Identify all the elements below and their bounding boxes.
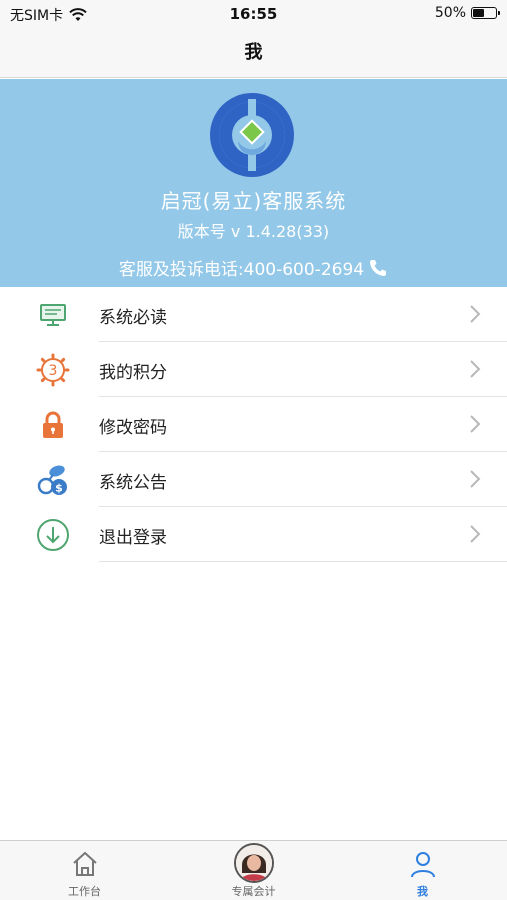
divider: [99, 561, 507, 562]
home-icon: [72, 851, 97, 876]
chevron-right-icon: [470, 470, 481, 488]
chevron-right-icon: [470, 305, 481, 323]
menu-item-label: 系统公告: [99, 473, 167, 493]
tab-dedicated-accountant[interactable]: 专属会计: [169, 841, 338, 900]
points-icon: 3: [35, 352, 71, 388]
chevron-right-icon: [470, 360, 481, 378]
tab-label: 专属会计: [231, 885, 276, 898]
chevron-right-icon: [470, 525, 481, 543]
phone-icon: [370, 259, 387, 276]
page-title: 我: [0, 28, 507, 78]
tab-workbench[interactable]: 工作台: [0, 841, 169, 900]
chevron-right-icon: [470, 415, 481, 433]
tab-label: 工作台: [68, 885, 101, 898]
app-logo-icon: [210, 93, 294, 177]
profile-banner: 启冠(易立)客服系统 版本号 v 1.4.28(33) 客服及投诉电话:400-…: [0, 79, 507, 287]
tab-me[interactable]: 我: [338, 841, 507, 900]
monitor-icon: [35, 297, 71, 333]
hotline[interactable]: 客服及投诉电话:400-600-2694: [0, 255, 507, 280]
menu-item-label: 退出登录: [99, 528, 167, 548]
download-circle-icon: [35, 517, 71, 553]
coins-icon: $: [35, 462, 71, 498]
status-right: 50%: [434, 5, 500, 21]
battery-percent: 50%: [434, 5, 466, 21]
menu-item-system-must-read[interactable]: 系统必读: [0, 287, 507, 342]
hotline-label: 客服及投诉电话:400-600-2694: [118, 260, 365, 280]
menu-item-my-points[interactable]: 3 我的积分: [0, 342, 507, 397]
tab-bar: 工作台 专属会计 我: [0, 840, 507, 900]
lock-icon: [35, 407, 71, 443]
version-label: 版本号 v 1.4.28(33): [177, 222, 330, 241]
person-icon: [410, 852, 435, 878]
menu-item-label: 修改密码: [99, 418, 167, 438]
battery-icon: [471, 7, 500, 19]
menu-item-announcements[interactable]: $ 系统公告: [0, 452, 507, 507]
status-time: 16:55: [229, 5, 278, 23]
battery-fill: [473, 9, 484, 17]
menu-item-label: 我的积分: [99, 363, 167, 383]
settings-menu: 系统必读 3 我的积分 修改密码 $ 系统公告 退出登录: [0, 287, 507, 562]
tab-label: 我: [417, 885, 428, 898]
menu-item-label: 系统必读: [99, 308, 167, 328]
status-bar: 无SIM卡 16:55 50%: [0, 0, 507, 28]
menu-item-change-password[interactable]: 修改密码: [0, 397, 507, 452]
menu-item-logout[interactable]: 退出登录: [0, 507, 507, 562]
points-badge: 3: [49, 363, 58, 379]
svg-text:$: $: [55, 482, 63, 495]
avatar: [233, 843, 274, 883]
app-name: 启冠(易立)客服系统: [160, 189, 347, 213]
